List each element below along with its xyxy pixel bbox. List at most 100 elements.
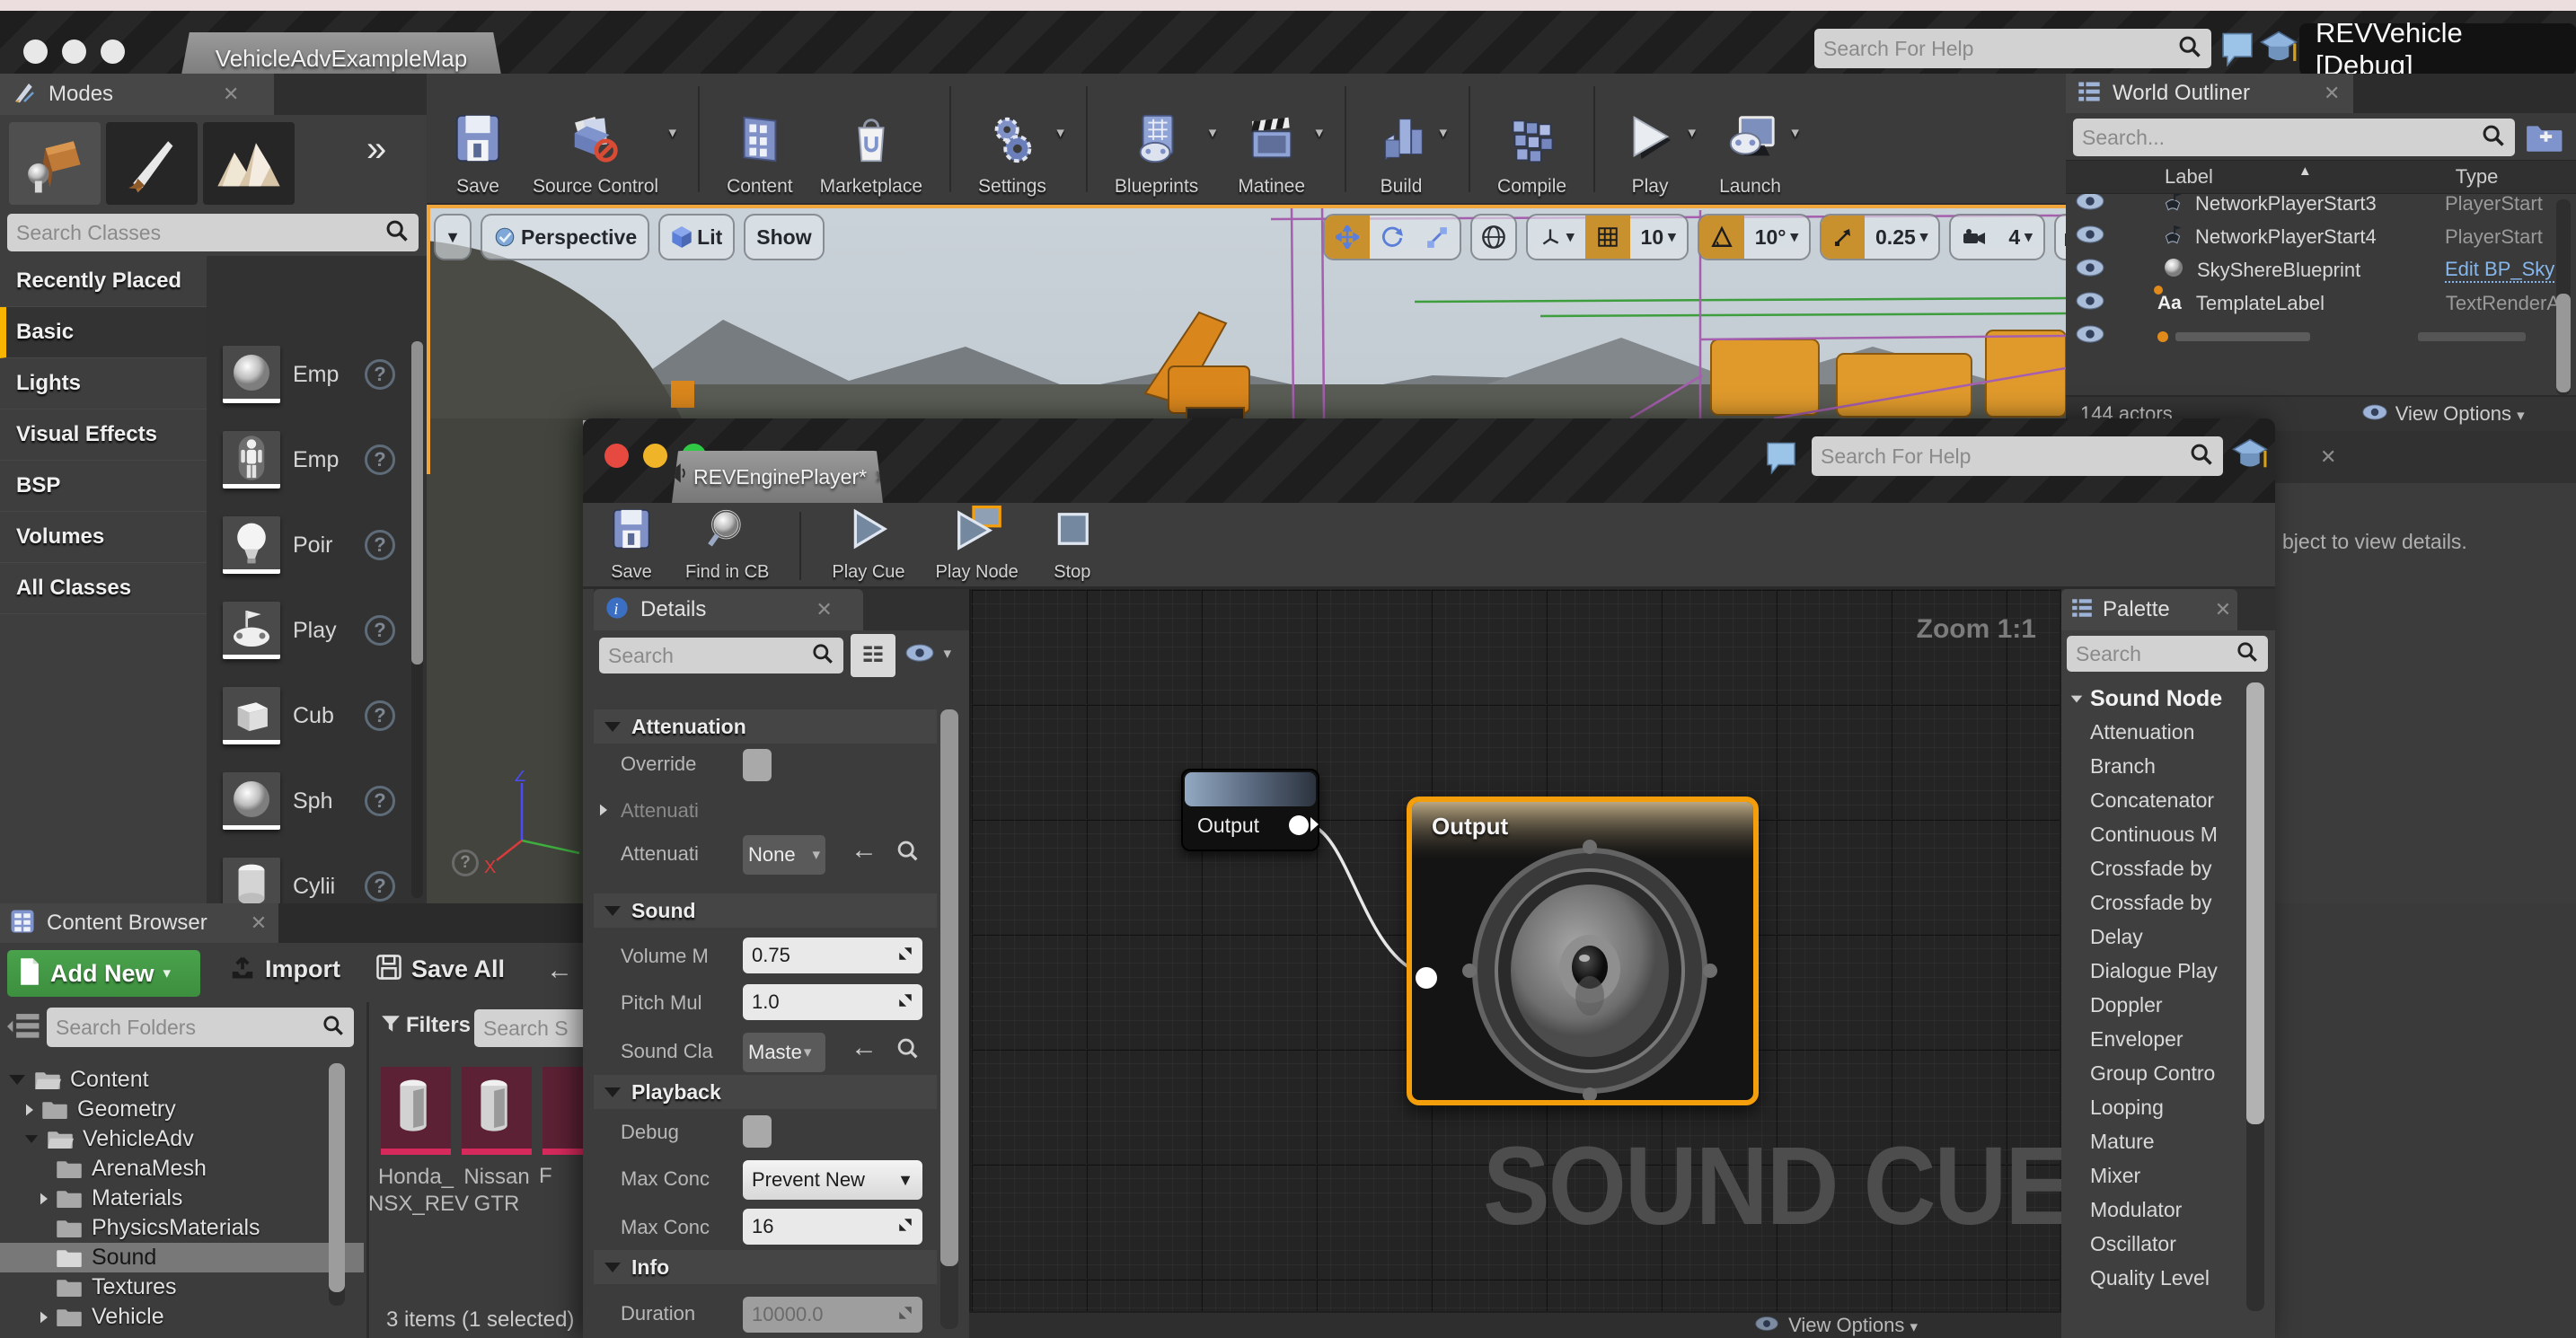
spinner-icon[interactable] <box>897 1215 913 1238</box>
max-concurrent-count-input[interactable]: 16 <box>743 1209 922 1245</box>
angle-snap-button[interactable] <box>1699 216 1744 259</box>
asset-tile-nissan[interactable] <box>462 1067 532 1155</box>
palette-item[interactable]: Looping <box>2090 1096 2164 1120</box>
back-arrow-button[interactable]: ← <box>546 955 573 986</box>
section-attenuation[interactable]: Attenuation <box>594 709 937 744</box>
sources-toggle-icon[interactable] <box>7 1011 41 1046</box>
tree-row-geometry[interactable]: Geometry <box>0 1095 364 1124</box>
help-icon[interactable]: ? <box>365 786 395 816</box>
place-item-player-start[interactable]: Play ? <box>223 602 395 659</box>
place-item-sphere[interactable]: Sph ? <box>223 772 395 830</box>
eye-icon[interactable]: ▾ <box>904 643 935 667</box>
outliner-search-input[interactable] <box>2082 126 2481 150</box>
category-volumes[interactable]: Volumes <box>0 512 207 563</box>
column-label[interactable]: Label <box>2165 165 2213 189</box>
max-concurrent-resolution-dropdown[interactable]: Prevent New▼ <box>743 1160 922 1200</box>
details-scrollbar[interactable] <box>940 709 958 1329</box>
edit-blueprint-link[interactable]: Edit BP_Sky <box>2445 258 2554 283</box>
close-icon[interactable]: ✕ <box>2320 445 2336 469</box>
visibility-eye-icon[interactable] <box>2075 258 2105 282</box>
modes-expand-icon[interactable]: » <box>366 129 386 170</box>
filters-button[interactable]: Filters ▾ <box>381 1013 484 1038</box>
outliner-scrollbar[interactable] <box>2556 199 2571 395</box>
place-item-cube[interactable]: Cub ? <box>223 687 395 744</box>
rotate-tool-button[interactable] <box>1370 216 1415 259</box>
viewport-options-button[interactable]: ▼ <box>434 214 472 260</box>
visibility-eye-icon[interactable] <box>2075 324 2105 348</box>
input-pin[interactable] <box>1416 967 1437 989</box>
palette-item[interactable]: Crossfade by <box>2090 891 2212 915</box>
palette-item[interactable]: Enveloper <box>2090 1027 2183 1052</box>
section-info[interactable]: Info <box>594 1250 937 1284</box>
modes-tab[interactable]: Modes ✕ <box>0 74 274 115</box>
visibility-eye-icon[interactable] <box>2075 191 2105 216</box>
maximize-viewport-button[interactable] <box>2054 214 2066 260</box>
add-new-button[interactable]: Add New ▾ <box>7 950 200 997</box>
window-close-button[interactable] <box>604 444 629 468</box>
blueprints-button[interactable]: Blueprints ▾ <box>1115 81 1198 198</box>
chevron-down-icon[interactable]: ▾ <box>1791 124 1799 142</box>
palette-item[interactable]: Mature <box>2090 1130 2155 1154</box>
place-item-point-light[interactable]: Poir ? <box>223 516 395 574</box>
modes-search-input[interactable] <box>16 221 384 245</box>
use-selected-button[interactable]: ← <box>851 1033 878 1063</box>
palette-tab[interactable]: Palette ✕ <box>2061 589 2237 630</box>
matinee-button[interactable]: Matinee ▾ <box>1238 81 1305 198</box>
mode-tool-landscape[interactable] <box>203 122 295 205</box>
palette-item[interactable]: Delay <box>2090 925 2143 949</box>
help-icon[interactable]: ? <box>365 359 395 390</box>
tree-row-vehicle[interactable]: Vehicle <box>0 1302 364 1332</box>
play-cue-button[interactable]: Play Cue <box>832 508 904 583</box>
palette-scrollbar[interactable] <box>2246 682 2264 1311</box>
pitch-multiplier-input[interactable]: 1.0 <box>743 984 922 1020</box>
tree-row-vehicleadv[interactable]: VehicleAdv <box>0 1124 364 1154</box>
palette-item[interactable]: Branch <box>2090 754 2156 779</box>
add-folder-icon[interactable] <box>2524 120 2563 159</box>
move-tool-button[interactable] <box>1325 216 1370 259</box>
graph-view-options-button[interactable]: View Options ▾ <box>1788 1314 1918 1337</box>
help-icon[interactable]: ? <box>365 700 395 731</box>
outliner-search[interactable] <box>2073 119 2515 156</box>
place-item-empty-actor[interactable]: Emp ? <box>223 346 395 403</box>
import-button[interactable]: Import <box>229 954 340 985</box>
property-matrix-button[interactable] <box>851 634 895 677</box>
mode-tool-paint[interactable] <box>106 122 198 205</box>
main-help-search-input[interactable] <box>1823 37 2177 61</box>
content-browser-tab[interactable]: Content Browser ✕ <box>0 903 278 943</box>
palette-item[interactable]: Modulator <box>2090 1198 2182 1222</box>
scale-tool-button[interactable] <box>1415 216 1460 259</box>
source-control-button[interactable]: Source Control ▾ <box>533 81 658 198</box>
lit-mode-button[interactable]: Lit <box>658 214 735 260</box>
search-assets-input[interactable] <box>483 1017 574 1041</box>
content-button[interactable]: Content <box>727 81 793 198</box>
outliner-row[interactable]: NetworkPlayerStart4 PlayerStart <box>2066 220 2576 253</box>
grid-snap-value[interactable]: 10▾ <box>1630 216 1687 259</box>
asset-tile-honda[interactable] <box>381 1067 451 1155</box>
close-icon[interactable]: ✕ <box>874 467 888 488</box>
perspective-button[interactable]: Perspective <box>481 214 649 260</box>
camera-speed-value[interactable]: 4▾ <box>1998 216 2042 259</box>
category-lights[interactable]: Lights <box>0 358 207 409</box>
tree-row-physicsmaterials[interactable]: PhysicsMaterials <box>0 1213 364 1243</box>
world-outliner-tab[interactable]: World Outliner ✕ <box>2066 74 2353 113</box>
palette-item[interactable]: Oscillator <box>2090 1232 2176 1256</box>
save-button[interactable]: Save <box>450 81 506 198</box>
column-type[interactable]: Type <box>2456 165 2499 189</box>
section-playback[interactable]: Playback <box>594 1075 937 1109</box>
output-pin[interactable] <box>1289 815 1309 835</box>
stop-button[interactable]: Stop <box>1049 508 1096 583</box>
close-icon[interactable]: ✕ <box>2215 598 2231 621</box>
tree-row-content[interactable]: Content <box>0 1065 364 1095</box>
camera-speed-button[interactable] <box>1951 216 1998 259</box>
play-button[interactable]: Play ▾ <box>1622 81 1678 198</box>
details-tab[interactable]: i Details ✕ <box>594 589 863 630</box>
window-minimize-button[interactable] <box>643 444 667 468</box>
chevron-down-icon[interactable]: ▾ <box>1439 124 1447 142</box>
tree-row-textures[interactable]: Textures <box>0 1272 364 1302</box>
save-button[interactable]: Save <box>608 508 655 583</box>
palette-item[interactable]: Attenuation <box>2090 720 2194 744</box>
visibility-eye-icon[interactable] <box>2075 224 2105 249</box>
browse-icon[interactable] <box>895 839 921 868</box>
visibility-eye-icon[interactable] <box>2075 291 2105 315</box>
palette-item[interactable]: Group Contro <box>2090 1061 2215 1086</box>
